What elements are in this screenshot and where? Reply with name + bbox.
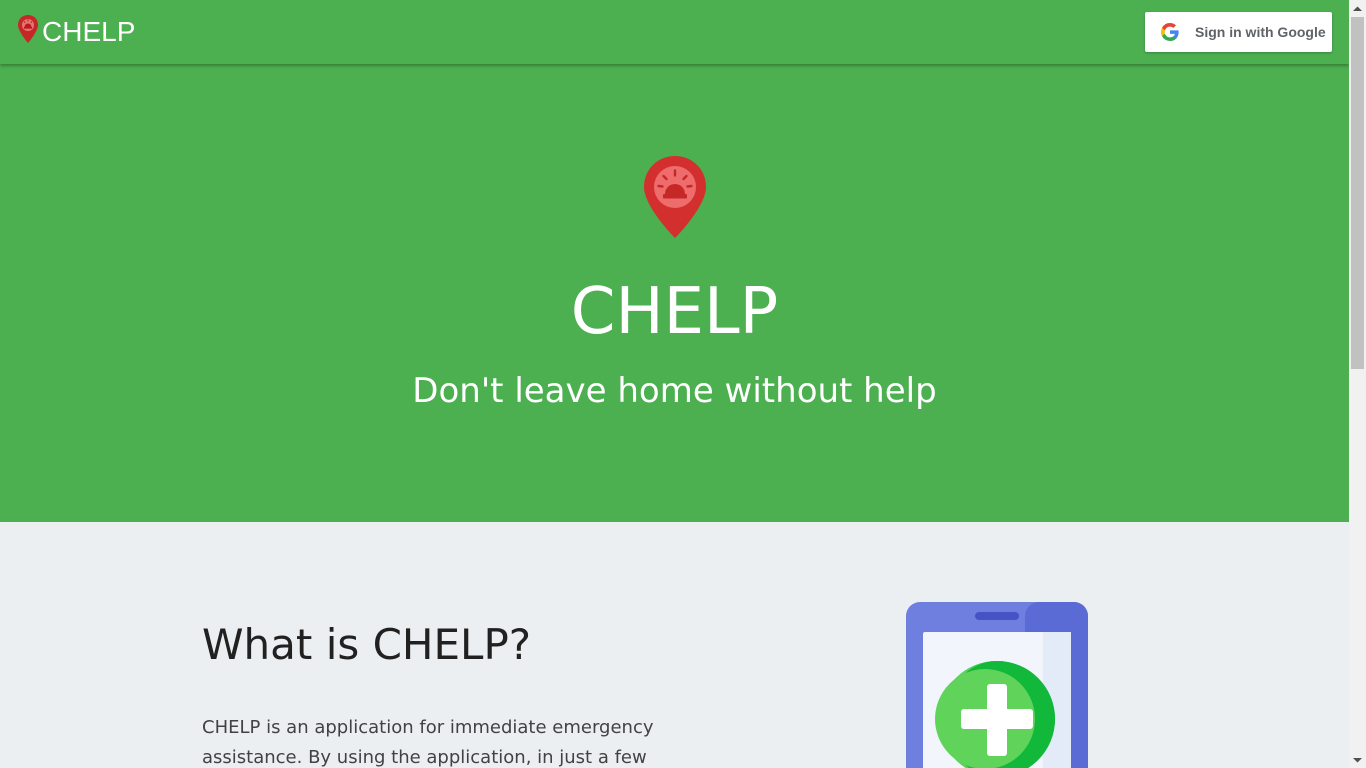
brand-name: CHELP <box>42 16 136 47</box>
about-section: What is CHELP? CHELP is an application f… <box>0 522 1349 768</box>
hero-section: CHELP Don't leave home without help <box>0 64 1349 522</box>
hero-subtitle: Don't leave home without help <box>412 371 937 411</box>
scroll-up-arrow-icon[interactable] <box>1349 0 1366 17</box>
page: CHELP Sign in with Google CHELP Don't le <box>0 0 1366 768</box>
about-heading: What is CHELP? <box>202 620 532 669</box>
phone-medical-plus-icon <box>906 602 1088 768</box>
brand-logo-link[interactable]: CHELP <box>16 12 135 52</box>
about-description: CHELP is an application for immediate em… <box>202 717 654 768</box>
top-navbar: CHELP Sign in with Google <box>0 0 1349 64</box>
scrollbar-thumb[interactable] <box>1351 17 1364 369</box>
scroll-down-arrow-icon[interactable] <box>1349 751 1366 768</box>
google-signin-button[interactable]: Sign in with Google <box>1145 12 1332 52</box>
signin-label: Sign in with Google <box>1195 24 1326 40</box>
location-pin-siren-icon <box>644 156 706 238</box>
location-pin-icon <box>18 15 38 43</box>
vertical-scrollbar[interactable] <box>1349 0 1366 768</box>
google-g-icon <box>1161 23 1179 41</box>
hero-title: CHELP <box>570 275 779 349</box>
